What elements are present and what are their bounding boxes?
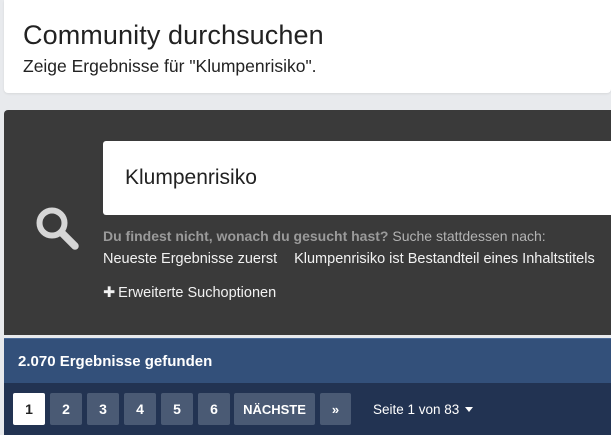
advanced-search-toggle[interactable]: ✚ Erweiterte Suchoptionen [103, 285, 276, 301]
alternative-searches: Neueste Ergebnisse zuerst Klumpenrisiko i… [103, 251, 595, 267]
last-page-button[interactable]: » [320, 393, 351, 425]
page-button-4[interactable]: 4 [124, 393, 156, 425]
page-subtitle: Zeige Ergebnisse für "Klumpenrisiko". [23, 56, 317, 76]
search-hint-strong: Du findest nicht, wonach du gesucht hast… [103, 228, 389, 244]
page-button-1[interactable]: 1 [13, 393, 45, 425]
search-icon [36, 207, 79, 250]
alt-search-title[interactable]: Klumpenrisiko ist Bestandteil eines Inha… [294, 251, 595, 267]
page-jump-dropdown[interactable]: Seite 1 von 83 [373, 402, 474, 417]
page-button-3[interactable]: 3 [87, 393, 119, 425]
search-hint: Du findest nicht, wonach du gesucht hast… [103, 228, 546, 244]
plus-icon: ✚ [103, 285, 116, 301]
advanced-search-label: Erweiterte Suchoptionen [118, 285, 277, 301]
next-page-button[interactable]: NÄCHSTE [234, 393, 315, 425]
search-panel: Du findest nicht, wonach du gesucht hast… [4, 110, 611, 335]
search-page: Community durchsuchen Zeige Ergebnisse f… [0, 0, 611, 435]
results-count: 2.070 Ergebnisse gefunden [18, 353, 213, 370]
search-hint-rest: Suche stattdessen nach: [392, 228, 546, 244]
results-bar: 2.070 Ergebnisse gefunden [4, 338, 611, 383]
page-title: Community durchsuchen [23, 20, 324, 50]
caret-down-icon [465, 406, 474, 412]
search-input[interactable] [103, 141, 611, 215]
alt-search-newest[interactable]: Neueste Ergebnisse zuerst [103, 251, 277, 267]
page-info-label: Seite 1 von 83 [373, 402, 460, 417]
page-header: Community durchsuchen Zeige Ergebnisse f… [4, 0, 611, 93]
page-button-2[interactable]: 2 [50, 393, 82, 425]
page-button-5[interactable]: 5 [161, 393, 193, 425]
page-button-6[interactable]: 6 [198, 393, 230, 425]
pagination: 1 2 3 4 5 6 NÄCHSTE » Seite 1 von 83 [4, 383, 611, 435]
